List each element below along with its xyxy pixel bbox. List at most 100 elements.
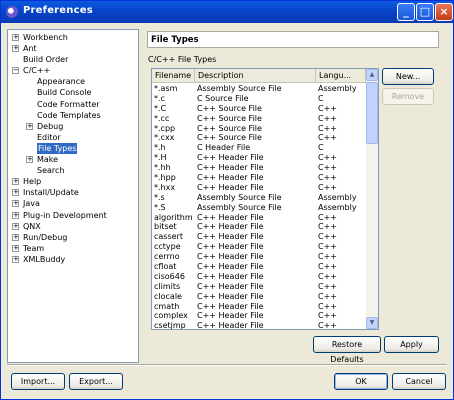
apply-button[interactable]: Apply (384, 336, 439, 353)
scroll-up-icon[interactable]: ▲ (366, 69, 378, 81)
expand-icon[interactable]: + (12, 178, 19, 186)
tree-item[interactable]: + Java (8, 198, 138, 209)
table-row[interactable]: *.C C++ Source File C++ (152, 104, 366, 114)
table-row[interactable]: cmath C++ Header File C++ (152, 302, 366, 312)
tree-item[interactable]: Code Templates (8, 110, 138, 121)
tree-item[interactable]: File Types (8, 142, 138, 154)
expand-icon[interactable]: + (12, 222, 19, 230)
table-row[interactable]: bitset C++ Header File C++ (152, 222, 366, 232)
table-row[interactable]: *.h C Header File C (152, 143, 366, 153)
table-row[interactable]: algorithm C++ Header File C++ (152, 213, 366, 223)
section-label: C/C++ File Types (148, 55, 217, 64)
preferences-tree[interactable]: + Workbench + Ant Build Order − C/C++ Appearanc… (7, 29, 139, 363)
expand-icon[interactable]: + (12, 255, 19, 263)
tree-item[interactable]: + XMLBuddy (8, 254, 138, 265)
expand-icon[interactable]: + (12, 34, 19, 41)
restore-defaults-button[interactable]: Restore Defaults (313, 336, 381, 364)
table-row[interactable]: *.cxx C++ Source File C++ (152, 133, 366, 143)
tree-item[interactable]: + Make (8, 154, 138, 165)
table-row[interactable]: *.s Assembly Source File Assembly (152, 193, 366, 203)
tree-item[interactable]: − C/C++ (8, 65, 138, 76)
table-row[interactable]: *.hh C++ Header File C++ (152, 163, 366, 173)
table-row[interactable]: cerrno C++ Header File C++ (152, 252, 366, 262)
cell-description: C++ Source File (197, 103, 262, 113)
cell-language: C++ (318, 173, 337, 183)
cell-filename: complex (154, 311, 188, 321)
expand-icon[interactable]: + (26, 156, 33, 164)
table-row[interactable]: *.hxx C++ Header File C++ (152, 183, 366, 193)
table-row[interactable]: cctype C++ Header File C++ (152, 242, 366, 252)
cell-filename: *.hpp (154, 173, 176, 183)
file-types-table[interactable]: Filename Description Langu... *.asm Assem… (151, 68, 379, 330)
table-row[interactable]: ciso646 C++ Header File C++ (152, 272, 366, 282)
expand-icon[interactable]: + (12, 244, 19, 252)
table-row[interactable]: clocale C++ Header File C++ (152, 292, 366, 302)
tree-item-label: Code Formatter (37, 99, 100, 109)
cell-filename: *.c (154, 93, 165, 103)
expand-icon[interactable]: + (12, 211, 19, 219)
table-row[interactable]: *.cpp C++ Source File C++ (152, 124, 366, 134)
table-row[interactable]: *.hpp C++ Header File C++ (152, 173, 366, 183)
cell-description: C++ Header File (197, 232, 264, 242)
cell-language: C++ (318, 163, 337, 173)
cell-description: C++ Header File (197, 242, 264, 252)
table-row[interactable]: *.S Assembly Source File Assembly (152, 203, 366, 213)
tree-item[interactable]: Code Formatter (8, 99, 138, 110)
cell-language: C (318, 143, 324, 153)
table-row[interactable]: *.cc C++ Source File C++ (152, 114, 366, 124)
new-button[interactable]: New... (382, 68, 434, 85)
ok-button[interactable]: OK (334, 373, 388, 390)
close-icon[interactable]: × (435, 3, 453, 21)
minimize-icon[interactable]: _ (397, 3, 415, 21)
cancel-button[interactable]: Cancel (392, 373, 446, 390)
tree-item[interactable]: Build Order (8, 54, 138, 65)
tree-item[interactable]: Appearance (8, 76, 138, 87)
tree-item[interactable]: + Workbench (8, 32, 138, 43)
cell-description: C++ Header File (197, 281, 264, 291)
tree-item[interactable]: + Install/Update (8, 187, 138, 198)
table-row[interactable]: *.c C Source File C (152, 94, 366, 104)
cell-description: Assembly Source File (197, 84, 282, 93)
scroll-down-icon[interactable]: ▼ (366, 317, 378, 329)
tree-item[interactable]: + Ant (8, 43, 138, 54)
eclipse-icon (6, 6, 18, 18)
tree-item[interactable]: Build Console (8, 87, 138, 98)
table-row[interactable]: cfloat C++ Header File C++ (152, 262, 366, 272)
table-row[interactable]: csetjmp C++ Header File C++ (152, 321, 366, 330)
expand-icon[interactable]: + (12, 189, 19, 197)
tree-item[interactable]: + Team (8, 243, 138, 254)
tree-item[interactable]: + Run/Debug (8, 232, 138, 243)
table-row[interactable]: *.H C++ Header File C++ (152, 153, 366, 163)
collapse-icon[interactable]: − (12, 67, 19, 75)
tree-item[interactable]: + Plug-in Development (8, 210, 138, 221)
scroll-thumb[interactable] (366, 82, 378, 144)
table-row[interactable]: cassert C++ Header File C++ (152, 232, 366, 242)
expand-icon[interactable]: + (12, 233, 19, 241)
tree-item[interactable]: + QNX (8, 221, 138, 232)
cell-filename: csetjmp (154, 321, 186, 330)
table-row[interactable]: *.asm Assembly Source File Assembly (152, 84, 366, 94)
cell-description: C++ Source File (197, 133, 262, 143)
import-button[interactable]: Import... (11, 373, 65, 390)
cell-language: C++ (318, 153, 337, 163)
expand-icon[interactable]: + (12, 45, 19, 53)
export-button[interactable]: Export... (69, 373, 123, 390)
title-bar[interactable]: Preferences _ □ × (1, 1, 453, 23)
tree-item[interactable]: Search (8, 165, 138, 176)
table-row[interactable]: complex C++ Header File C++ (152, 311, 366, 321)
maximize-icon[interactable]: □ (416, 3, 434, 21)
column-header-filename[interactable]: Filename (152, 69, 195, 83)
expand-icon[interactable]: + (12, 200, 19, 208)
remove-button[interactable]: Remove (382, 88, 434, 105)
expand-icon[interactable]: + (26, 122, 33, 130)
cell-filename: cmath (154, 301, 180, 311)
column-header-description[interactable]: Description (195, 69, 316, 83)
cell-filename: cfloat (154, 262, 177, 272)
tree-item[interactable]: Editor (8, 132, 138, 143)
tree-item[interactable]: + Help (8, 176, 138, 187)
tree-item-label: Build Order (23, 55, 69, 65)
column-header-language[interactable]: Langu... (316, 69, 366, 83)
table-scrollbar[interactable]: ▲ ▼ (366, 69, 378, 329)
table-row[interactable]: climits C++ Header File C++ (152, 282, 366, 292)
tree-item[interactable]: + Debug (8, 121, 138, 132)
